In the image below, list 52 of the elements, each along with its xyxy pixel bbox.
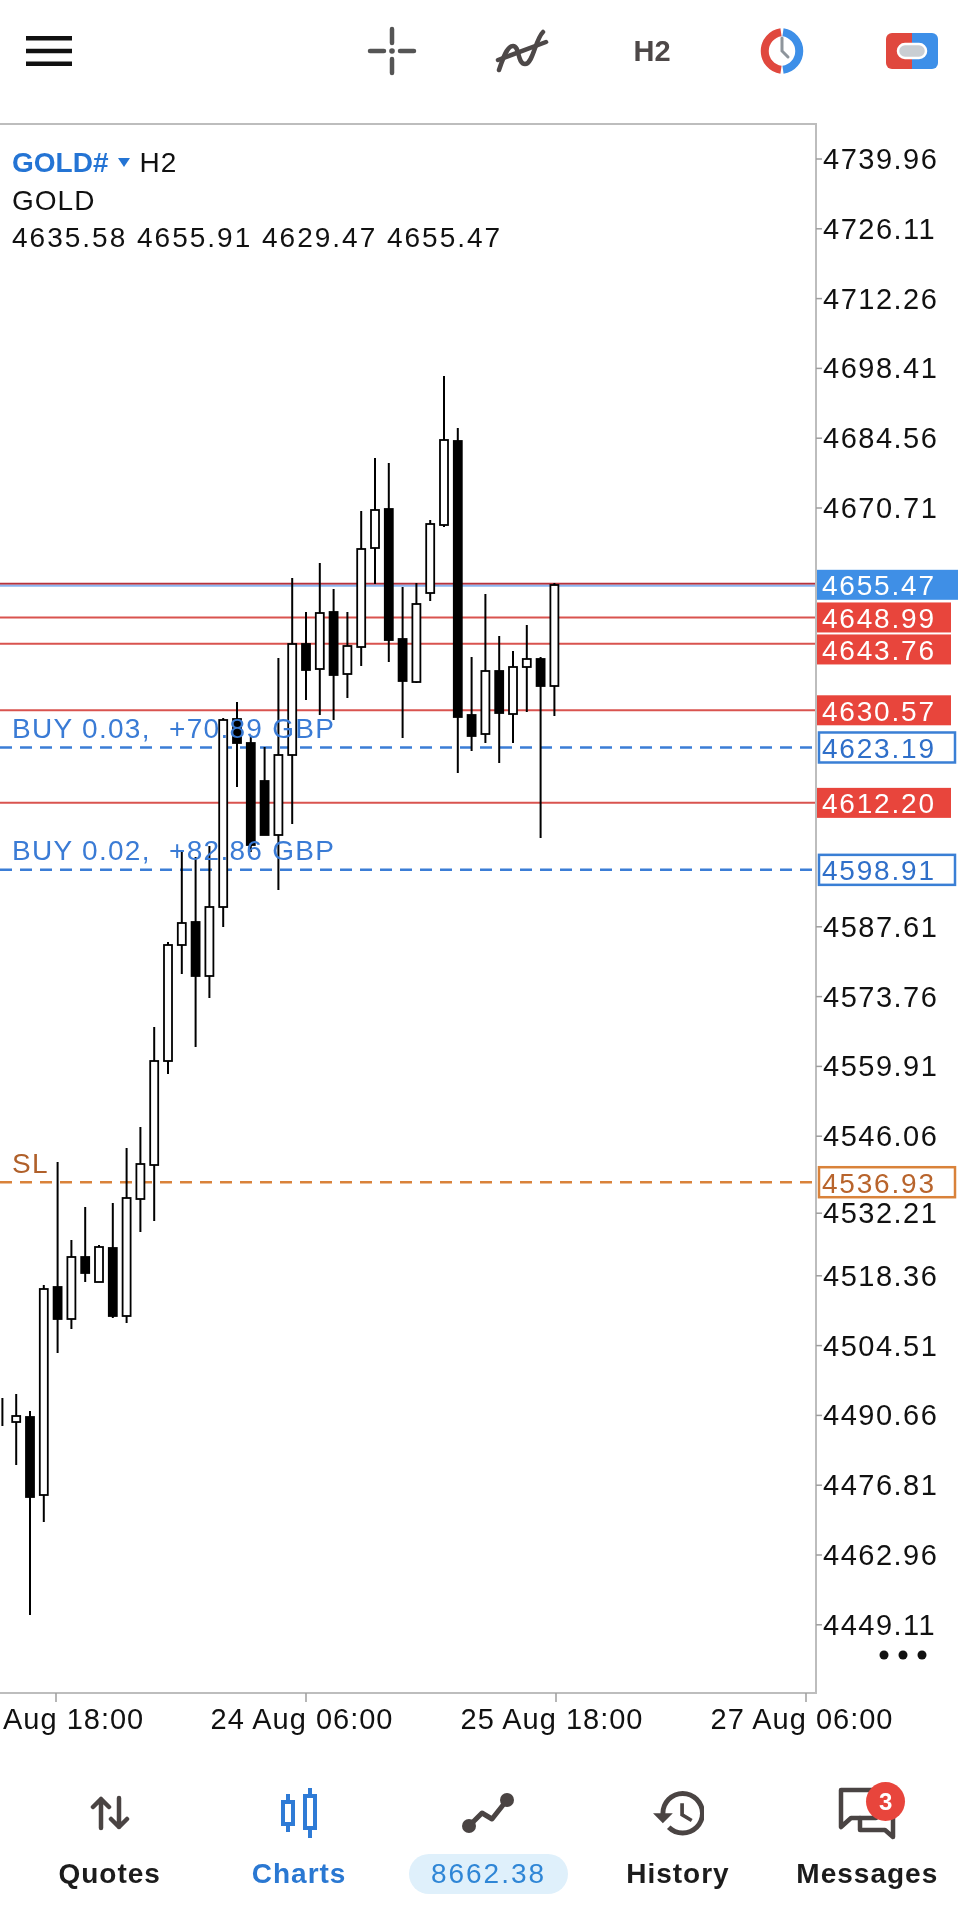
history-icon xyxy=(651,1789,704,1837)
crosshair-icon[interactable] xyxy=(367,26,417,76)
nav-tab[interactable]: History xyxy=(622,1783,734,1896)
price-tag: 4630.57 xyxy=(817,695,951,727)
price-axis-label: 4559.91 xyxy=(823,1050,939,1083)
price-axis-label: 4504.51 xyxy=(823,1329,939,1362)
price-axis-label: 4449.11 xyxy=(823,1608,937,1641)
price-tag: 4655.47 xyxy=(817,569,958,602)
time-axis-label: 27 Aug 06:00 xyxy=(710,1703,894,1735)
stop-loss-label: SL xyxy=(12,1147,49,1179)
candle xyxy=(1,1397,4,1427)
price-tag: 4648.99 xyxy=(817,602,951,634)
time-axis-label: 25 Aug 18:00 xyxy=(460,1703,644,1735)
price-axis-label: 4462.96 xyxy=(823,1539,939,1571)
price-axis-label: 4532.21 xyxy=(823,1197,939,1230)
price-axis-label: 4546.06 xyxy=(823,1120,939,1153)
price-axis-label: 4490.66 xyxy=(823,1399,939,1432)
price-tag: 4536.93 xyxy=(817,1165,957,1199)
more-icon[interactable] xyxy=(879,1650,927,1660)
price-axis-label: 4698.41 xyxy=(823,352,939,385)
price-axis-label: 4587.61 xyxy=(823,910,939,943)
price-axis-label: 4726.11 xyxy=(823,212,937,245)
symbol-name: GOLD# xyxy=(12,146,109,180)
price-axis-label: 4573.76 xyxy=(823,980,939,1013)
symbol-description: GOLD xyxy=(12,183,96,218)
wave-icon[interactable] xyxy=(495,28,549,74)
nav-tab[interactable]: Quotes xyxy=(54,1783,165,1896)
price-tag: 4623.19 xyxy=(817,731,957,764)
nav-tab[interactable]: 3 Messages xyxy=(792,1783,943,1896)
price-tag: 4643.76 xyxy=(817,634,951,666)
price-tag: 4612.20 xyxy=(817,787,951,820)
notification-badge: 3 xyxy=(866,1782,906,1821)
candlestick-icon xyxy=(279,1788,320,1838)
up-down-arrows-icon xyxy=(89,1795,130,1831)
ohlc-values: 4635.58 4655.91 4629.47 4655.47 xyxy=(12,221,503,255)
price-axis-label: 4739.96 xyxy=(823,143,939,175)
time-axis-label: Aug 18:00 xyxy=(3,1703,145,1735)
candle xyxy=(94,1244,104,1283)
nav-tab[interactable]: Charts xyxy=(247,1783,351,1896)
line-chart-icon xyxy=(462,1793,515,1833)
price-tag: 4598.91 xyxy=(817,853,957,887)
price-axis-label: 4476.81 xyxy=(823,1469,939,1502)
menu-icon[interactable] xyxy=(26,36,72,66)
timeframe-label: H2 xyxy=(139,146,178,180)
time-axis-label: 24 Aug 06:00 xyxy=(210,1703,394,1735)
timeframe-button[interactable]: H2 xyxy=(627,30,677,72)
price-axis-label: 4712.26 xyxy=(823,282,939,315)
price-axis-label: 4670.71 xyxy=(823,492,939,524)
price-axis-label: 4518.36 xyxy=(823,1259,939,1292)
toggle-icon[interactable] xyxy=(886,33,938,69)
caret-icon[interactable] xyxy=(118,158,131,168)
price-axis-label: 4684.56 xyxy=(823,422,939,455)
